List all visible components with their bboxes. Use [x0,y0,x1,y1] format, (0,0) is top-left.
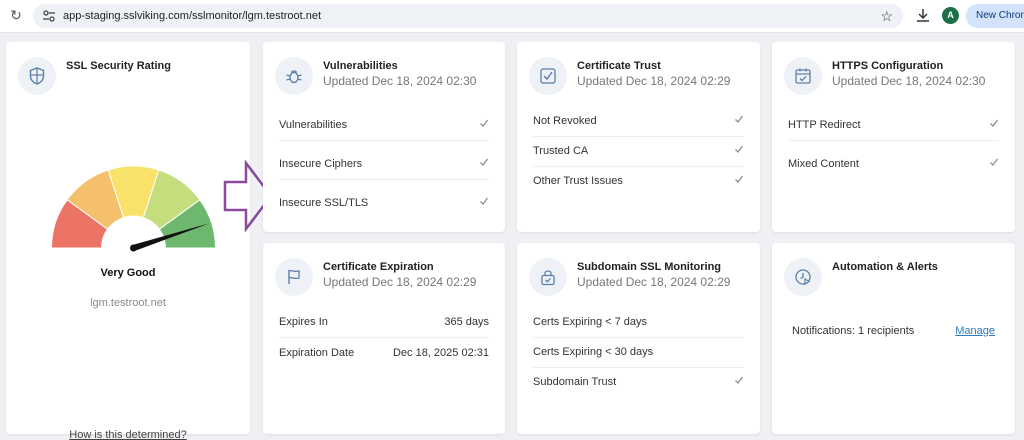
updated-text: Updated Dec 18, 2024 02:30 [832,74,986,88]
certificate-expiration-card[interactable]: Certificate Expiration Updated Dec 18, 2… [263,243,505,434]
row-label: Trusted CA [533,145,589,157]
check-icon [480,197,489,205]
rating-gauge [50,165,217,252]
check-icon [735,175,744,183]
row-label: HTTP Redirect [788,119,861,131]
check-icon [735,145,744,153]
how-determined-link[interactable]: How is this determined? [6,429,250,440]
list-item[interactable]: Certs Expiring < 30 days [533,338,744,368]
card-title: Subdomain SSL Monitoring [577,261,722,273]
clock-play-icon [784,258,822,296]
bookmark-star-icon[interactable]: ☆ [880,4,893,28]
checkbox-icon [529,57,567,95]
updated-text: Updated Dec 18, 2024 02:29 [577,74,731,88]
row-label: Certs Expiring < 7 days [533,316,648,328]
row-label: Other Trust Issues [533,175,623,187]
download-icon[interactable] [914,6,932,24]
check-icon [480,158,489,166]
url-text[interactable]: app-staging.sslviking.com/sslmonitor/lgm… [63,4,321,28]
automation-alerts-card[interactable]: Automation & Alerts Notifications: 1 rec… [772,243,1015,434]
list-item: Expires In 365 days [279,308,489,338]
shield-icon [18,57,56,95]
updated-text: Updated Dec 18, 2024 02:29 [577,275,731,289]
manage-link[interactable]: Manage [955,325,995,337]
card-title: Automation & Alerts [832,261,938,273]
card-title: Vulnerabilities [323,60,398,72]
list-item: Expiration Date Dec 18, 2025 02:31 [279,339,489,369]
address-bar[interactable]: app-staging.sslviking.com/sslmonitor/lgm… [33,4,903,28]
check-icon [735,115,744,123]
notifications-text: Notifications: 1 recipients [792,325,915,337]
list-item[interactable]: Mixed Content [788,150,999,180]
site-info-icon[interactable] [41,8,57,24]
expires-in-value: 365 days [444,316,489,328]
updated-text: Updated Dec 18, 2024 02:29 [323,275,477,289]
vulnerabilities-card[interactable]: Vulnerabilities Updated Dec 18, 2024 02:… [263,42,505,232]
row-label: Mixed Content [788,158,859,170]
new-chrome-button[interactable]: New Chrome [966,4,1024,28]
calendar-check-icon [784,57,822,95]
card-title: HTTPS Configuration [832,60,944,72]
domain-text: lgm.testroot.net [90,297,166,309]
notifications-row: Notifications: 1 recipients Manage [792,317,1015,347]
certificate-trust-card[interactable]: Certificate Trust Updated Dec 18, 2024 0… [517,42,760,232]
list-item[interactable]: Insecure Ciphers [279,150,489,180]
expires-in-label: Expires In [279,316,328,328]
ssl-rating-card: SSL Security Rating Very Good lgm.testro… [6,42,250,440]
card-title: SSL Security Rating [66,60,171,72]
row-label: Insecure SSL/TLS [279,197,369,209]
subdomain-monitoring-card[interactable]: Subdomain SSL Monitoring Updated Dec 18,… [517,243,760,434]
https-configuration-card[interactable]: HTTPS Configuration Updated Dec 18, 2024… [772,42,1015,232]
expiration-date-value: Dec 18, 2025 02:31 [392,347,489,359]
list-item[interactable]: Insecure SSL/TLS [279,189,489,219]
list-item[interactable]: Subdomain Trust [533,368,744,398]
lock-check-icon [529,258,567,296]
check-icon [990,119,999,127]
row-label: Not Revoked [533,115,597,127]
list-item[interactable]: HTTP Redirect [788,111,999,141]
check-icon [735,376,744,384]
card-title: Certificate Expiration [323,261,434,273]
expiration-date-label: Expiration Date [279,347,355,359]
bug-icon [275,57,313,95]
updated-text: Updated Dec 18, 2024 02:30 [323,74,477,88]
browser-toolbar: ↻ app-staging.sslviking.com/sslmonitor/l… [0,0,1024,33]
reload-icon[interactable]: ↻ [8,7,24,23]
rating-text: Very Good [100,267,156,279]
flag-icon [275,258,313,296]
row-label: Insecure Ciphers [279,158,363,170]
gauge-hub [130,244,137,252]
list-item[interactable]: Other Trust Issues [533,167,744,197]
list-item[interactable]: Not Revoked [533,107,744,137]
check-icon [480,119,489,127]
row-label: Subdomain Trust [533,376,617,388]
card-title: Certificate Trust [577,60,661,72]
list-item[interactable]: Vulnerabilities [279,111,489,141]
list-item[interactable]: Certs Expiring < 7 days [533,308,744,338]
list-item[interactable]: Trusted CA [533,137,744,167]
row-label: Certs Expiring < 30 days [533,346,654,358]
row-label: Vulnerabilities [279,119,348,131]
check-icon [990,158,999,166]
profile-avatar[interactable]: A [942,7,959,24]
